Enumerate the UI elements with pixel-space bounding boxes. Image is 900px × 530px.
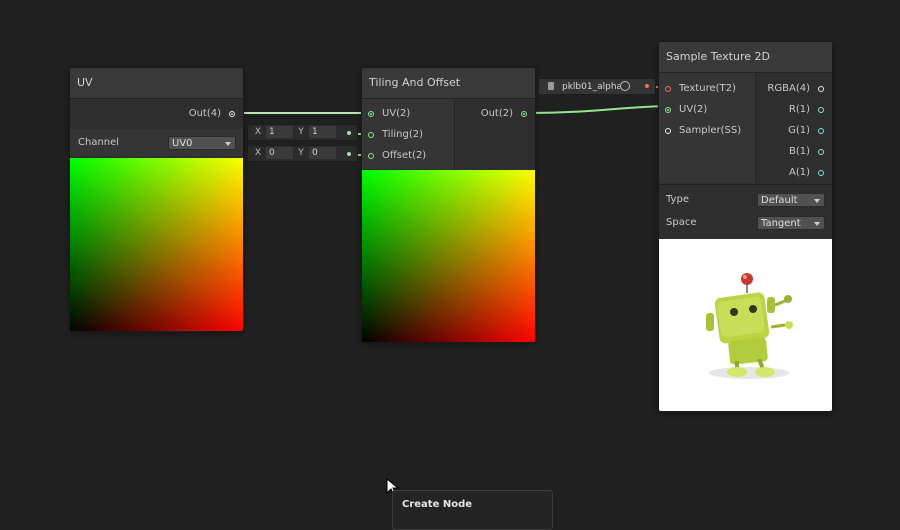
sample-type-label: Type — [666, 194, 689, 205]
tiling-x-label: X — [254, 127, 262, 137]
texture-link-dot — [645, 84, 649, 88]
tiling-input-tiling-label: Tiling(2) — [382, 129, 423, 140]
sample-g-dot[interactable] — [818, 128, 824, 134]
sample-input-sampler[interactable]: Sampler(SS) — [665, 122, 741, 140]
texture-picker-icon[interactable] — [620, 81, 630, 91]
sample-output-g[interactable]: G(1) — [788, 122, 824, 140]
offset-y-field[interactable]: 0 — [309, 147, 336, 159]
sample-settings-divider — [659, 184, 832, 185]
sample-output-g-label: G(1) — [788, 125, 810, 136]
offset-x-label: X — [254, 148, 262, 158]
tiling-inline-dot — [347, 131, 351, 135]
robot-preview-image — [706, 273, 793, 379]
tiling-tiling-dot[interactable] — [368, 132, 374, 138]
sample-output-a-label: A(1) — [788, 167, 810, 178]
chevron-down-icon — [225, 142, 231, 146]
texture-property-label: pklb01_alpha — [562, 82, 620, 92]
uv-output-label: Out(4) — [188, 108, 221, 119]
texture-asset-icon — [548, 82, 554, 90]
sample-b-dot[interactable] — [818, 149, 824, 155]
sample-output-b[interactable]: B(1) — [789, 143, 824, 161]
sample-texture-dot[interactable] — [665, 86, 671, 92]
tiling-uv-dot[interactable] — [368, 111, 374, 117]
tiling-offset-node[interactable]: Tiling And Offset UV(2) Tiling(2) Offset… — [361, 67, 536, 343]
tiling-offset-dot[interactable] — [368, 153, 374, 159]
sample-rgba-dot[interactable] — [818, 86, 824, 92]
sample-output-rgba-label: RGBA(4) — [767, 83, 810, 94]
wire-tiling-to-sample — [530, 105, 668, 114]
sample-texture-node[interactable]: Sample Texture 2D Texture(T2) UV(2) Samp… — [658, 41, 833, 412]
tiling-input-uv-label: UV(2) — [382, 108, 411, 119]
sample-output-b-label: B(1) — [788, 146, 810, 157]
sample-space-value: Tangent — [761, 218, 801, 229]
uv-channel-dropdown[interactable]: UV0 — [168, 136, 236, 150]
tiling-input-offset-label: Offset(2) — [382, 150, 427, 161]
chevron-down-icon — [814, 222, 820, 226]
sample-input-texture[interactable]: Texture(T2) — [665, 80, 736, 98]
uv-node-title[interactable]: UV — [70, 68, 243, 99]
sample-space-dropdown[interactable]: Tangent — [757, 216, 825, 230]
tiling-y-label: Y — [298, 127, 304, 137]
uv-preview — [70, 158, 243, 331]
sample-texture-title[interactable]: Sample Texture 2D — [659, 42, 832, 73]
uv-output-dot[interactable] — [229, 111, 235, 117]
sample-input-sampler-label: Sampler(SS) — [679, 125, 742, 136]
offset-inline-dot — [347, 152, 351, 156]
offset-inline-input[interactable]: X 0 Y 0 — [247, 145, 358, 162]
sample-output-r-label: R(1) — [788, 104, 810, 115]
tiling-input-offset[interactable]: Offset(2) — [368, 147, 426, 165]
uv-node[interactable]: UV Out(4) Channel UV0 — [69, 67, 244, 332]
tiling-output-port[interactable]: Out(2) — [481, 105, 527, 123]
create-node-menu[interactable]: Create Node — [392, 490, 553, 530]
tiling-input-tiling[interactable]: Tiling(2) — [368, 126, 423, 144]
sample-a-dot[interactable] — [818, 170, 824, 176]
tiling-y-field[interactable]: 1 — [309, 126, 336, 138]
create-node-title: Create Node — [402, 499, 473, 510]
sample-output-rgba[interactable]: RGBA(4) — [767, 80, 824, 98]
tiling-x-field[interactable]: 1 — [266, 126, 293, 138]
sample-input-texture-label: Texture(T2) — [679, 83, 736, 94]
offset-x-field[interactable]: 0 — [266, 147, 293, 159]
sample-r-dot[interactable] — [818, 107, 824, 113]
sample-input-uv[interactable]: UV(2) — [665, 101, 707, 119]
sample-output-r[interactable]: R(1) — [789, 101, 824, 119]
offset-y-label: Y — [298, 148, 304, 158]
sample-preview — [659, 239, 832, 411]
chevron-down-icon — [814, 199, 820, 203]
sample-uv-dot[interactable] — [665, 107, 671, 113]
sample-type-value: Default — [761, 195, 798, 206]
tiling-output-dot[interactable] — [521, 111, 527, 117]
uv-output-port[interactable]: Out(4) — [189, 105, 235, 123]
sample-output-a[interactable]: A(1) — [789, 164, 824, 182]
uv-channel-label: Channel — [78, 137, 120, 148]
tiling-output-label: Out(2) — [480, 108, 513, 119]
tiling-offset-title[interactable]: Tiling And Offset — [362, 68, 535, 99]
sample-sampler-dot[interactable] — [665, 128, 671, 134]
sample-input-uv-label: UV(2) — [679, 104, 708, 115]
sample-column-divider — [755, 73, 756, 183]
tiling-inline-input[interactable]: X 1 Y 1 — [247, 124, 358, 141]
tiling-input-uv[interactable]: UV(2) — [368, 105, 410, 123]
sample-space-label: Space — [666, 217, 697, 228]
tiling-preview — [362, 170, 535, 342]
tiling-column-divider — [454, 99, 455, 169]
texture-property-input[interactable]: pklb01_alpha — [538, 78, 656, 95]
sample-type-dropdown[interactable]: Default — [757, 193, 825, 207]
uv-channel-value: UV0 — [172, 138, 193, 149]
